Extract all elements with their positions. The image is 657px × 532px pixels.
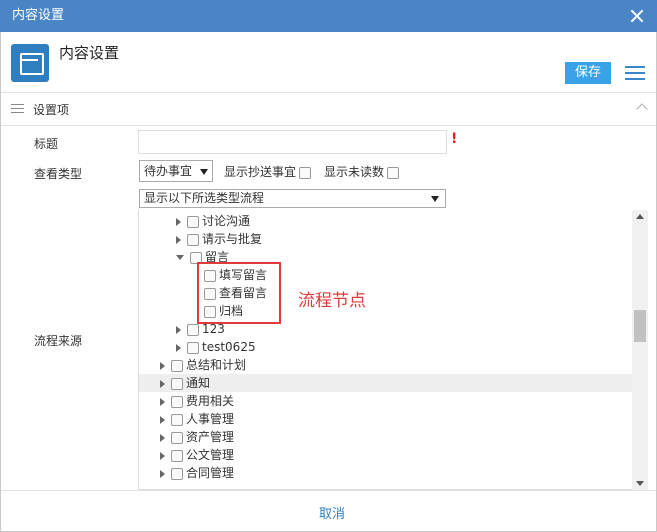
process-tree[interactable]: 讨论沟通 请示与批复 留言 填写留言 查看留言 归档 123 test0625 … — [138, 210, 648, 490]
view-type-label: 查看类型 — [34, 167, 83, 181]
tree-node[interactable]: 合同管理 — [160, 464, 234, 482]
tree-node-label: 人事管理 — [186, 412, 235, 426]
expand-arrow-icon[interactable] — [176, 343, 181, 352]
tree-checkbox[interactable] — [171, 413, 183, 426]
source-filter-select[interactable]: 显示以下所选类型流程 — [139, 189, 446, 208]
tree-checkbox[interactable] — [187, 323, 199, 336]
tree-checkbox[interactable] — [171, 449, 183, 462]
expand-arrow-icon[interactable] — [160, 415, 165, 424]
show-unread-option[interactable]: 显示未读数 — [324, 163, 400, 180]
expand-arrow-icon[interactable] — [160, 397, 165, 406]
collapse-arrow-icon[interactable] — [176, 255, 184, 260]
annotation-label: 流程节点 — [298, 291, 366, 311]
tree-node[interactable]: 费用相关 — [160, 392, 234, 410]
show-cc-checkbox[interactable] — [299, 166, 312, 179]
window-titlebar: 内容设置 — [0, 0, 657, 32]
expand-arrow-icon[interactable] — [160, 433, 165, 442]
tree-node[interactable]: 人事管理 — [160, 410, 234, 428]
expand-arrow-icon[interactable] — [160, 451, 165, 460]
scroll-up-icon[interactable] — [636, 214, 644, 219]
tree-checkbox[interactable] — [187, 341, 199, 354]
tree-node[interactable]: test0625 — [176, 338, 256, 356]
show-unread-checkbox[interactable] — [387, 166, 400, 179]
settings-section-header[interactable]: 设置项 — [1, 92, 656, 126]
tree-node-label: 讨论沟通 — [202, 214, 251, 228]
tree-checkbox[interactable] — [187, 233, 199, 246]
window-title: 内容设置 — [12, 8, 65, 23]
expand-arrow-icon[interactable] — [160, 469, 165, 478]
save-button[interactable]: 保存 — [565, 62, 611, 84]
required-mark: ! — [451, 131, 458, 147]
page-title: 内容设置 — [59, 44, 120, 62]
tree-node-label: 公文管理 — [186, 448, 235, 462]
tree-node-label: 总结和计划 — [186, 358, 247, 372]
menu-list-icon[interactable] — [625, 66, 645, 80]
expand-arrow-icon[interactable] — [176, 217, 181, 226]
expand-arrow-icon[interactable] — [160, 361, 165, 370]
expand-arrow-icon[interactable] — [176, 235, 181, 244]
page-header: 内容设置 — [1, 32, 656, 92]
tree-node[interactable]: 讨论沟通 — [176, 212, 250, 230]
tree-checkbox[interactable] — [187, 215, 199, 228]
show-cc-label: 显示抄送事宜 — [224, 165, 297, 179]
close-icon[interactable] — [627, 0, 647, 32]
title-label: 标题 — [34, 137, 59, 151]
view-type-select[interactable]: 待办事宜 — [139, 160, 213, 182]
expand-arrow-icon[interactable] — [160, 379, 165, 388]
tree-node-label: 费用相关 — [186, 394, 235, 408]
show-unread-label: 显示未读数 — [324, 165, 385, 179]
tree-checkbox[interactable] — [171, 377, 183, 390]
list-icon — [11, 104, 24, 114]
title-input[interactable] — [138, 130, 447, 154]
show-cc-option[interactable]: 显示抄送事宜 — [224, 163, 312, 180]
tree-node[interactable]: 请示与批复 — [176, 230, 262, 248]
cancel-button[interactable]: 取消 — [319, 503, 345, 522]
tree-checkbox[interactable] — [171, 431, 183, 444]
tree-node-label: 请示与批复 — [202, 232, 263, 246]
dropdown-arrow-icon — [200, 169, 208, 175]
tree-node[interactable]: 公文管理 — [160, 446, 234, 464]
scroll-thumb[interactable] — [634, 310, 646, 342]
tree-node-label: 通知 — [186, 376, 211, 390]
source-label: 流程来源 — [34, 334, 83, 348]
scroll-down-icon[interactable] — [636, 481, 644, 486]
view-type-value: 待办事宜 — [144, 164, 193, 178]
tree-checkbox[interactable] — [171, 467, 183, 480]
expand-arrow-icon[interactable] — [176, 325, 181, 334]
window-app-icon — [11, 44, 49, 82]
dropdown-arrow-icon — [431, 196, 439, 202]
section-label: 设置项 — [33, 103, 70, 117]
tree-node-label: test0625 — [202, 340, 256, 354]
dialog-footer: 取消 — [1, 490, 656, 531]
annotation-highlight-box — [197, 262, 281, 324]
source-filter-value: 显示以下所选类型流程 — [144, 191, 265, 205]
tree-checkbox[interactable] — [171, 395, 183, 408]
tree-node-highlighted[interactable]: 通知 — [139, 374, 633, 392]
tree-checkbox[interactable] — [171, 359, 183, 372]
tree-scrollbar[interactable] — [632, 210, 648, 490]
tree-node[interactable]: 资产管理 — [160, 428, 234, 446]
tree-node-label: 合同管理 — [186, 466, 235, 480]
tree-node[interactable]: 总结和计划 — [160, 356, 246, 374]
tree-node-label: 资产管理 — [186, 430, 235, 444]
tree-node-label: 123 — [202, 322, 225, 336]
chevron-up-icon[interactable] — [636, 103, 648, 115]
